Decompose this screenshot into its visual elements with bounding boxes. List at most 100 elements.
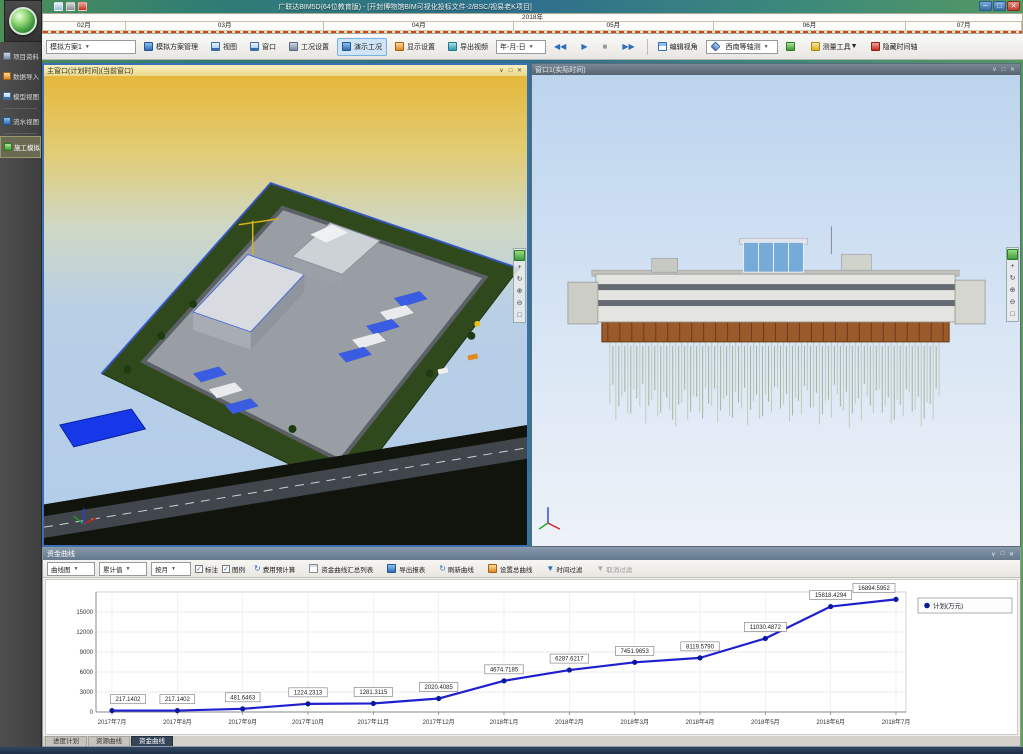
scene-plan-time[interactable]: + ↻ ⊕ ⊖ □ [44, 76, 527, 545]
svg-text:计划(万元): 计划(万元) [933, 601, 963, 610]
hide-timeline-button[interactable]: 隐藏时间轴 [866, 38, 923, 56]
rewind-button[interactable]: ◀◀ [549, 38, 573, 56]
float-icon[interactable]: □ [999, 67, 1008, 73]
measure-tools-icon [811, 42, 820, 51]
display-settings-button[interactable]: 显示设置 [390, 38, 440, 56]
button-label: 设置总曲线 [500, 564, 533, 574]
date-granularity-select[interactable]: 年-月-日▼ [496, 40, 546, 54]
close-button[interactable]: ✕ [1007, 1, 1020, 11]
svg-text:6000: 6000 [80, 670, 94, 676]
rotate-icon[interactable]: ↻ [514, 274, 525, 285]
pin-icon[interactable]: ∨ [990, 66, 999, 73]
zoom-fit-icon[interactable]: □ [514, 310, 525, 321]
value-mode-select[interactable]: 累计值▼ [99, 562, 147, 576]
zoom-out-icon[interactable]: ⊖ [514, 298, 525, 309]
view-direction-select[interactable]: 西南等轴测▼ [706, 40, 778, 54]
pan-icon[interactable]: + [1007, 261, 1018, 272]
windows-button[interactable]: 窗口 [245, 38, 281, 56]
timeline-month: 06月 [714, 22, 907, 30]
tab-资源曲线[interactable]: 资源曲线 [88, 736, 130, 746]
nav-home-icon[interactable] [514, 250, 525, 261]
svg-text:2017年11月: 2017年11月 [358, 718, 390, 726]
restore-button[interactable]: □ [993, 1, 1006, 11]
button-label: 取消过滤 [606, 564, 632, 574]
select-value: 曲线图 [51, 564, 71, 574]
pin-icon[interactable]: ∨ [497, 67, 506, 74]
rewind-icon: ◀◀ [554, 43, 566, 51]
float-icon[interactable]: □ [998, 551, 1007, 557]
svg-text:2017年9月: 2017年9月 [228, 718, 257, 726]
refresh-curve-button[interactable]: ↻刷新曲线 [434, 560, 479, 578]
sidebar-item-项目资料[interactable]: 项目资料 [0, 46, 41, 66]
total-curve-button[interactable]: 设置总曲线 [483, 560, 538, 578]
sidebar-item-label: 流水视图 [13, 116, 39, 126]
pin-icon[interactable]: ∨ [989, 551, 998, 558]
app-menu-orb[interactable] [4, 0, 42, 42]
tab-资金曲线[interactable]: 资金曲线 [131, 736, 173, 746]
chevron-down-icon: ▼ [529, 44, 534, 50]
close-icon[interactable]: ✕ [1007, 551, 1016, 558]
model-view-icon [3, 92, 11, 100]
worksite-settings-button[interactable]: 工况设置 [284, 38, 334, 56]
chevron-down-icon: ▼ [851, 43, 858, 50]
summary-list-button[interactable]: 资金曲线汇总列表 [304, 560, 378, 578]
sidebar-item-施工模拟[interactable]: 施工模拟 [0, 136, 41, 158]
float-icon[interactable]: □ [506, 68, 515, 74]
select-value: 西南等轴测 [726, 42, 761, 52]
play-icon: ▶ [581, 43, 587, 51]
measure-tools-button[interactable]: 测量工具 ▼ [806, 38, 863, 56]
export-video-icon [448, 42, 457, 51]
present-worksite-button[interactable]: 演示工况 [337, 38, 387, 56]
save-icon[interactable] [54, 2, 63, 11]
zoom-out-icon[interactable]: ⊖ [1007, 297, 1018, 308]
button-label: 窗口 [262, 42, 276, 52]
button-label: 编辑视角 [670, 42, 698, 52]
zoom-in-icon[interactable]: ⊕ [514, 286, 525, 297]
sidebar-item-label: 施工模拟 [14, 142, 40, 152]
nav-home-icon[interactable] [1007, 249, 1018, 260]
legend-checkbox[interactable]: ✓图例 [222, 564, 245, 574]
stop-button[interactable]: ■ [597, 38, 614, 56]
sidebar-item-模型视图[interactable]: 模型视图 [0, 86, 41, 106]
play-button[interactable]: ▶ [576, 38, 594, 56]
time-filter-button[interactable]: ▼时间过滤 [541, 560, 587, 578]
zoom-in-icon[interactable]: ⊕ [1007, 285, 1018, 296]
button-label: 导出报表 [399, 564, 425, 574]
close-icon[interactable]: ✕ [1008, 66, 1017, 73]
views-button[interactable]: 视图 [206, 38, 242, 56]
viewport-secondary-header[interactable]: 窗口1(实际时间) ∨ □ ✕ [532, 64, 1020, 75]
sidebar-item-数据导入[interactable]: 数据导入 [0, 66, 41, 86]
right-nav-toolbar: + ↻ ⊕ ⊖ □ [1006, 247, 1019, 322]
annotation-checkbox[interactable]: ✓标注 [195, 564, 218, 574]
sidebar-item-流水视图[interactable]: 流水视图 [0, 111, 41, 131]
minimize-button[interactable]: ─ [979, 1, 992, 11]
rotate-icon[interactable]: ↻ [1007, 273, 1018, 284]
close-icon[interactable]: ✕ [515, 67, 524, 74]
svg-text:3000: 3000 [80, 690, 94, 696]
button-label: 视图 [223, 42, 237, 52]
snapshot-button[interactable] [781, 38, 803, 56]
scene-actual-time[interactable]: + ↻ ⊕ ⊖ □ [532, 75, 1020, 546]
fast-forward-button[interactable]: ▶▶ [617, 38, 641, 56]
curve-type-select[interactable]: 曲线图▼ [47, 562, 95, 576]
edit-view-button[interactable]: 编辑视角 [653, 38, 703, 56]
export-report-icon [387, 564, 396, 573]
snapshot-icon [786, 42, 795, 51]
viewport-main-header[interactable]: 主窗口(计划时间)(当前窗口) ∨ □ ✕ [44, 65, 527, 76]
export-video-button[interactable]: 导出视频 [443, 38, 493, 56]
timeline-month: 07月 [906, 22, 1022, 30]
cost-precalc-button[interactable]: ↻费用预计算 [249, 560, 300, 578]
tab-进度计划[interactable]: 进度计划 [45, 736, 87, 746]
simulation-scheme-select[interactable]: 模拟方案1▼ [46, 40, 136, 54]
cancel-filter-button[interactable]: ▼取消过滤 [591, 560, 637, 578]
period-select[interactable]: 按月▼ [151, 562, 191, 576]
close-project-icon[interactable] [78, 2, 87, 11]
svg-text:2017年10月: 2017年10月 [292, 718, 324, 726]
export-report-button[interactable]: 导出报表 [382, 560, 430, 578]
fund-panel-titlebar[interactable]: 资金曲线 ∨ □ ✕ [43, 548, 1020, 560]
pan-icon[interactable]: + [514, 262, 525, 273]
scheme-manage-button[interactable]: 模拟方案管理 [139, 38, 203, 56]
undo-icon[interactable] [66, 2, 75, 11]
main-toolbar: 模拟方案1▼模拟方案管理 视图 窗口工况设置演示工况显示设置导出视频年-月-日▼ ◀◀… [42, 34, 1023, 60]
zoom-fit-icon[interactable]: □ [1007, 309, 1018, 320]
